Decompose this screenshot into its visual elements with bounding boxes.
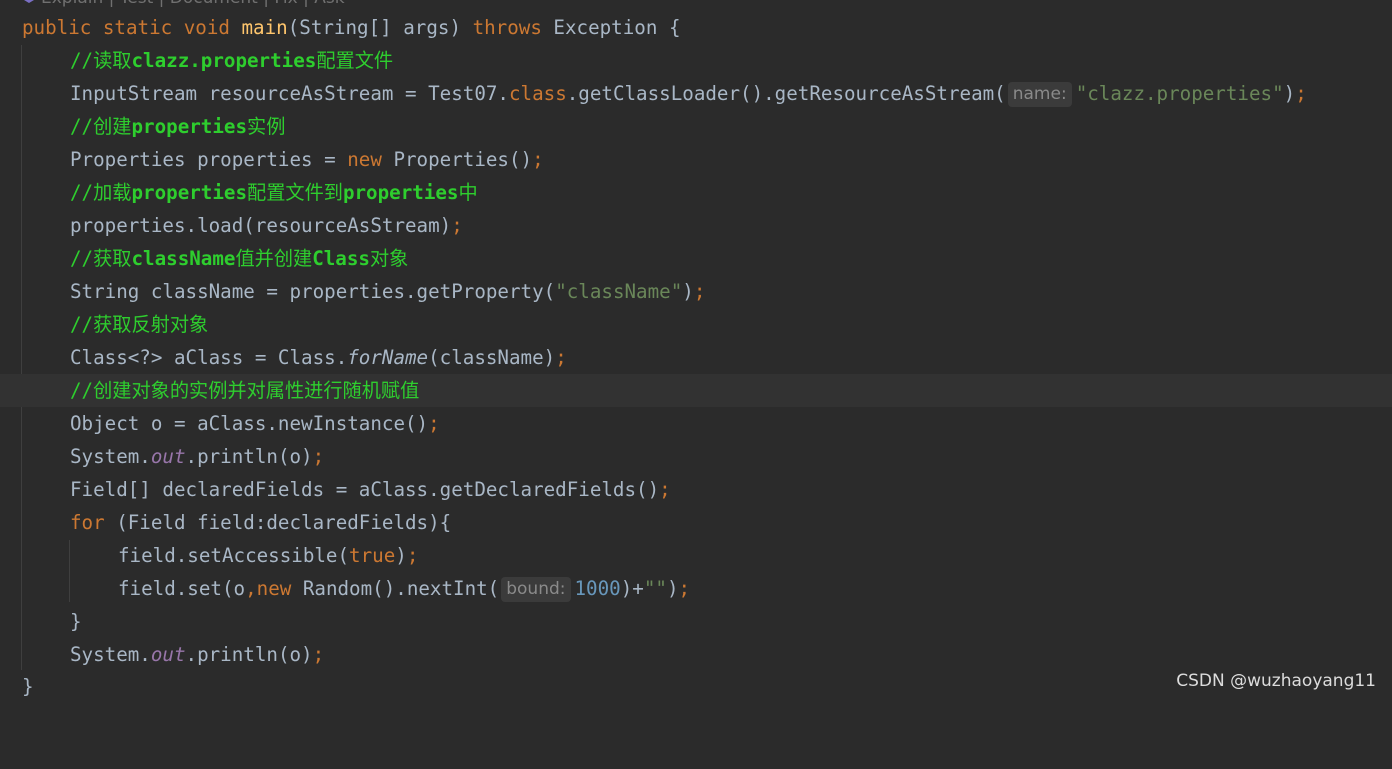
code-line-16[interactable]: for (Field field:declaredFields){	[0, 506, 1392, 539]
code-line-9[interactable]: String className = properties.getPropert…	[0, 275, 1392, 308]
code-token: Exception {	[541, 16, 681, 39]
code-line-17[interactable]: field.setAccessible(true);	[0, 539, 1392, 572]
code-line-2[interactable]: //读取clazz.properties配置文件	[0, 44, 1392, 77]
code-token: Properties properties =	[70, 148, 348, 171]
semicolon-token: ;	[312, 445, 325, 468]
code-line-13[interactable]: Object o = aClass.newInstance();	[0, 407, 1392, 440]
semicolon-token: ;	[532, 148, 544, 171]
semicolon-token: ;	[406, 544, 419, 567]
code-token: Random().nextInt(	[291, 577, 500, 600]
code-line-5[interactable]: Properties properties = new Properties()…	[0, 143, 1392, 176]
semicolon-token: ;	[312, 643, 325, 666]
comment-token: properties	[131, 115, 248, 138]
code-line-20[interactable]: System.out.println(o);	[0, 638, 1392, 671]
code-token: (className)	[428, 346, 556, 369]
semicolon-token: ;	[555, 346, 567, 369]
code-token: field.set(o	[118, 577, 246, 600]
keyword-token: for	[70, 511, 105, 534]
csdn-watermark: CSDN @wuzhaoyang11	[1176, 671, 1376, 691]
code-token: System.	[70, 445, 151, 468]
static-method-token: forName	[347, 346, 429, 369]
code-token: )	[682, 280, 694, 303]
keyword-token: true	[349, 544, 396, 567]
number-token: 1000	[574, 577, 621, 600]
string-token: "className"	[555, 280, 683, 303]
code-line-4[interactable]: //创建properties实例	[0, 110, 1392, 143]
code-token: .getClassLoader().getResourceAsStream(	[566, 82, 1006, 105]
code-token: .println(o)	[185, 643, 313, 666]
brace-token: }	[70, 610, 82, 633]
comment-token: 配置文件到	[247, 181, 343, 204]
code-line-15[interactable]: Field[] declaredFields = aClass.getDecla…	[0, 473, 1392, 506]
code-token: )	[666, 577, 679, 600]
code-token: )+	[620, 577, 644, 600]
code-line-6[interactable]: //加载properties配置文件到properties中	[0, 176, 1392, 209]
brace-token: }	[22, 675, 34, 698]
keyword-token: public static void	[22, 16, 242, 39]
semicolon-token: ;	[428, 412, 440, 435]
code-line-1[interactable]: public static void main(String[] args) t…	[0, 11, 1392, 44]
comment-token: clazz.properties	[131, 49, 317, 72]
comment-token: 对象	[369, 247, 409, 270]
comment-token: 值并创建	[235, 247, 313, 270]
semicolon-token: ;	[659, 478, 671, 501]
keyword-token: new	[347, 148, 382, 171]
code-line-7[interactable]: properties.load(resourceAsStream);	[0, 209, 1392, 242]
code-token: (Field field:declaredFields){	[104, 511, 452, 534]
code-token: String className = properties.getPropert…	[70, 280, 556, 303]
comment-token: //读取	[70, 49, 132, 72]
code-token: )	[395, 544, 407, 567]
comma-token: ,	[245, 577, 257, 600]
code-editor[interactable]: Explain | Test | Document | Fix | Ask pu…	[0, 0, 1392, 704]
code-line-8[interactable]: //获取className值并创建Class对象	[0, 242, 1392, 275]
keyword-token: throws	[472, 16, 542, 39]
keyword-token: class	[508, 82, 567, 105]
comment-token: 配置文件	[316, 49, 394, 72]
comment-token: //获取反射对象	[70, 313, 209, 336]
keyword-token: new	[256, 577, 292, 600]
ai-assistant-icon	[22, 0, 36, 3]
code-line-3[interactable]: InputStream resourceAsStream = Test07.cl…	[0, 77, 1392, 110]
code-token: .println(o)	[185, 445, 313, 468]
comment-token: className	[131, 247, 236, 270]
code-line-14[interactable]: System.out.println(o);	[0, 440, 1392, 473]
static-field-token: out	[150, 643, 186, 666]
comment-token: //获取	[70, 247, 132, 270]
code-token: )	[1283, 82, 1296, 105]
comment-token: //创建	[70, 115, 132, 138]
code-line-10[interactable]: //获取反射对象	[0, 308, 1392, 341]
code-token: System.	[70, 643, 151, 666]
comment-token: properties	[342, 181, 459, 204]
comment-token: //加载	[70, 181, 132, 204]
string-token: "clazz.properties"	[1075, 82, 1284, 105]
comment-token: Class	[312, 247, 370, 270]
string-token: ""	[643, 577, 667, 600]
parameter-hint: name:	[1007, 82, 1072, 107]
parameter-hint: bound:	[501, 577, 571, 602]
code-token: Properties()	[381, 148, 533, 171]
code-token: properties.load(resourceAsStream)	[70, 214, 452, 237]
comment-token: 实例	[247, 115, 286, 138]
codelens-text[interactable]: Explain | Test | Document | Fix | Ask	[41, 0, 345, 8]
static-field-token: out	[150, 445, 186, 468]
method-name-token: main	[241, 16, 288, 39]
semicolon-token: ;	[451, 214, 463, 237]
code-token: Class<?> aClass = Class.	[70, 346, 348, 369]
semicolon-token: ;	[1295, 82, 1307, 105]
code-token: InputStream resourceAsStream = Test07.	[70, 82, 509, 105]
comment-token: //创建对象的实例并对属性进行随机赋值	[70, 379, 420, 402]
code-line-19[interactable]: }	[0, 605, 1392, 638]
code-token: (String[] args)	[287, 16, 473, 39]
semicolon-token: ;	[678, 577, 691, 600]
comment-token: properties	[131, 181, 248, 204]
code-token: Object o = aClass.newInstance()	[70, 412, 429, 435]
code-line-11[interactable]: Class<?> aClass = Class.forName(classNam…	[0, 341, 1392, 374]
ai-codelens-actions[interactable]: Explain | Test | Document | Fix | Ask	[22, 0, 345, 8]
code-line-18[interactable]: field.set(o,new Random().nextInt(bound: 1…	[0, 572, 1392, 605]
code-token: field.setAccessible(	[118, 544, 350, 567]
code-line-12-current[interactable]: //创建对象的实例并对属性进行随机赋值	[0, 374, 1392, 407]
comment-token: 中	[458, 181, 478, 204]
semicolon-token: ;	[693, 280, 706, 303]
code-token: Field[] declaredFields = aClass.getDecla…	[70, 478, 660, 501]
